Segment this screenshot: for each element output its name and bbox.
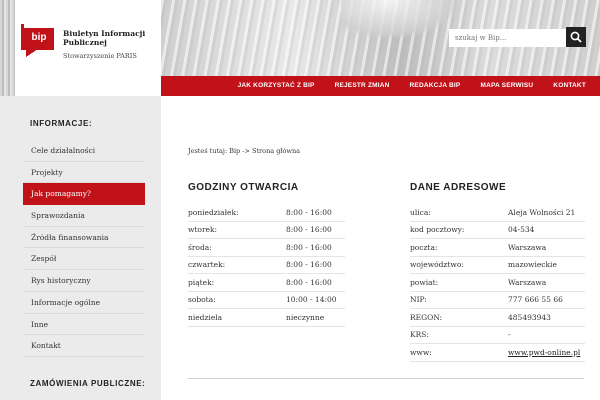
day-label: sobota: [188, 295, 216, 305]
table-row: wtorek: 8:00 - 16:00 [188, 222, 345, 239]
table-row: województwo: mazowieckie [410, 257, 585, 274]
site-logo-area[interactable]: bip Biuletyn Informacji Publicznej Stowa… [15, 0, 161, 96]
field-label: poczta: [410, 242, 438, 252]
table-row: KRS: - [410, 327, 585, 344]
table-row: środa: 8:00 - 16:00 [188, 239, 345, 257]
search-input[interactable] [449, 29, 566, 47]
time-value: 10:00 - 14:00 [286, 295, 337, 305]
bip-logo[interactable]: bip [21, 24, 54, 57]
day-label: poniedziałek: [188, 207, 239, 217]
table-row: czwartek: 8:00 - 16:00 [188, 257, 345, 274]
day-label: środa: [188, 242, 212, 252]
table-row: poczta: Warszawa [410, 239, 585, 257]
field-value: 485493943 [508, 312, 551, 322]
table-row: powiat: Warszawa [410, 274, 585, 292]
sidebar-item-rys-historyczny[interactable]: Rys historyczny [23, 270, 145, 292]
main-nav: JAK KORZYSTAĆ Z BIP REJESTR ZMIAN REDAKC… [161, 76, 600, 96]
field-label: województwo: [410, 260, 464, 270]
field-value: mazowieckie [508, 260, 557, 270]
sidebar-item-sprawozdania[interactable]: Sprawozdania [23, 205, 145, 227]
sidebar-item-zrodla-finansowania[interactable]: Źródła finansowania [23, 227, 145, 249]
field-value: Warszawa [508, 242, 547, 252]
nav-mapa-serwisu[interactable]: MAPA SERWISU [470, 76, 543, 96]
hours-title: GODZINY OTWARCIA [188, 182, 299, 193]
page-header: bip Biuletyn Informacji Publicznej Stowa… [0, 0, 600, 96]
table-row: NIP: 777 666 55 66 [410, 292, 585, 309]
time-value: 8:00 - 16:00 [286, 277, 332, 287]
sidebar-section2-title: ZAMÓWIENIA PUBLICZNE: [30, 379, 146, 388]
field-value: 777 666 55 66 [508, 295, 563, 305]
table-row: kod pocztowy: 04-534 [410, 222, 585, 239]
time-value: 8:00 - 16:00 [286, 225, 332, 235]
table-row: niedziela nieczynne [188, 309, 345, 327]
sidebar: INFORMACJE: Cele działalności Projekty J… [0, 96, 161, 400]
nav-redakcja-bip[interactable]: REDAKCJA BIP [400, 76, 471, 96]
table-row: REGON: 485493943 [410, 309, 585, 327]
address-table: ulica: Aleja Wolności 21 kod pocztowy: 04-… [410, 204, 585, 362]
field-value: Warszawa [508, 277, 547, 287]
logo-tail [26, 49, 38, 57]
table-row: piątek: 8:00 - 16:00 [188, 274, 345, 292]
address-title: DANE ADRESOWE [410, 182, 507, 193]
day-label: wtorek: [188, 225, 218, 235]
sidebar-item-jak-pomagamy[interactable]: Jak pomagamy? [23, 183, 145, 206]
day-label: czwartek: [188, 260, 226, 270]
table-row: sobota: 10:00 - 14:00 [188, 292, 345, 309]
site-name: Biuletyn Informacji Publicznej [63, 29, 146, 47]
table-row: poniedziałek: 8:00 - 16:00 [188, 204, 345, 222]
logo-bar [21, 24, 24, 50]
newspaper-fold [341, 0, 461, 40]
logo-text: bip [31, 32, 47, 43]
table-row: ulica: Aleja Wolności 21 [410, 204, 585, 222]
nav-kontakt[interactable]: KONTAKT [543, 76, 596, 96]
field-label: kod pocztowy: [410, 225, 465, 235]
time-value: 8:00 - 16:00 [286, 242, 332, 252]
field-label: REGON: [410, 312, 443, 322]
time-value: 8:00 - 16:00 [286, 207, 332, 217]
field-label: ulica: [410, 207, 431, 217]
content-divider [188, 378, 584, 379]
sidebar-item-kontakt[interactable]: Kontakt [23, 335, 145, 357]
field-value: Aleja Wolności 21 [508, 207, 576, 217]
day-label: niedziela [188, 312, 223, 322]
field-label: powiat: [410, 277, 439, 287]
search-icon [570, 31, 582, 43]
nav-jak-korzystac[interactable]: JAK KORZYSTAĆ Z BIP [228, 76, 325, 96]
field-value: 04-534 [508, 225, 535, 235]
search-button[interactable] [566, 27, 586, 47]
sidebar-item-projekty[interactable]: Projekty [23, 162, 145, 184]
field-label: NIP: [410, 295, 427, 305]
nav-rejestr-zmian[interactable]: REJESTR ZMIAN [325, 76, 400, 96]
opening-hours-table: poniedziałek: 8:00 - 16:00 wtorek: 8:00 - … [188, 204, 345, 327]
field-value: - [508, 330, 511, 340]
table-row: www: www.pwd-online.pl [410, 344, 585, 362]
decorative-strip [0, 0, 15, 96]
field-label: KRS: [410, 330, 429, 340]
sidebar-menu: Cele działalności Projekty Jak pomagamy?… [23, 140, 145, 357]
sidebar-section-title: INFORMACJE: [30, 119, 93, 128]
sidebar-item-cele[interactable]: Cele działalności [23, 140, 145, 162]
day-label: piątek: [188, 277, 215, 287]
sidebar-item-informacje-ogolne[interactable]: Informacje ogólne [23, 292, 145, 314]
org-name: Stowarzyszenie PARIS [63, 52, 137, 60]
time-value: 8:00 - 16:00 [286, 260, 332, 270]
field-label: www: [410, 347, 432, 357]
time-value: nieczynne [286, 312, 325, 322]
website-link[interactable]: www.pwd-online.pl [508, 348, 580, 357]
breadcrumb: Jesteś tutaj: Bip -> Strona główna [188, 147, 301, 155]
sidebar-item-inne[interactable]: Inne [23, 314, 145, 336]
sidebar-item-zespol[interactable]: Zespół [23, 248, 145, 271]
